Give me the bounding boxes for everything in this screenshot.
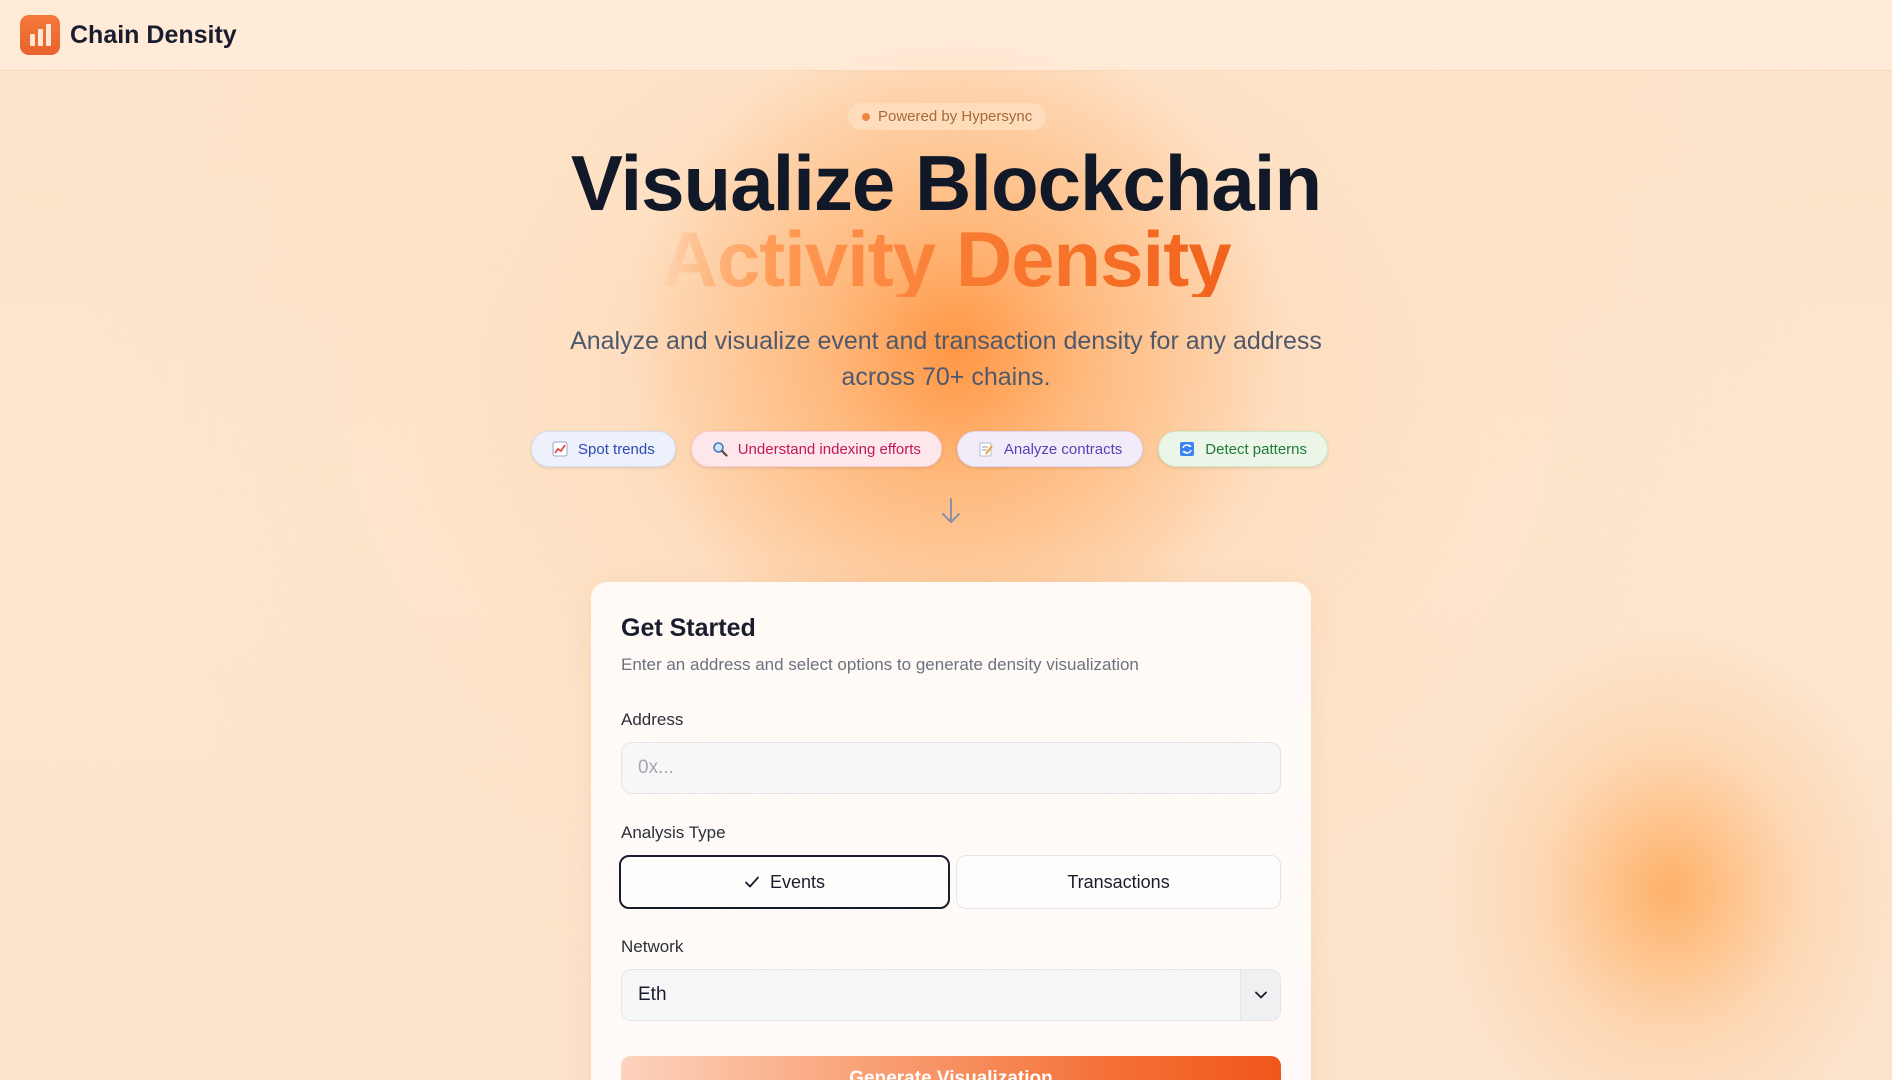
repeat-icon [1179,441,1195,457]
pill-detect-patterns: Detect patterns [1158,431,1328,467]
analysis-type-label: Analysis Type [621,823,726,842]
address-input[interactable] [621,742,1281,794]
hero-title: Visualize Blockchain Activity Density [0,139,1892,303]
hero-title-line2: Activity Density [661,215,1231,303]
badge-label: Powered by Hypersync [878,108,1033,125]
analysis-transactions-option[interactable]: Transactions [956,855,1281,909]
network-select[interactable]: Eth [621,969,1281,1021]
check-icon [745,876,759,888]
pill-label: Spot trends [578,440,655,458]
card-description: Enter an address and select options to g… [621,655,1139,674]
pill-label: Understand indexing efforts [737,440,921,458]
feature-pills: Spot trends Understand indexing efforts … [531,431,1328,467]
arrow-down-icon[interactable] [939,496,963,526]
events-label: Events [769,871,826,892]
chevron-down-icon[interactable] [1240,970,1280,1020]
magnifier-icon [712,441,728,457]
bar-chart-icon[interactable] [20,15,60,55]
memo-icon [978,441,994,457]
brand-name[interactable]: Chain Density [70,21,237,50]
pill-label: Analyze contracts [1003,440,1123,458]
powered-by-badge: Powered by Hypersync [848,103,1047,130]
network-select-value: Eth [638,984,667,1005]
pill-analyze-contracts: Analyze contracts [956,431,1144,467]
transactions-label: Transactions [1067,871,1170,892]
chart-increasing-icon [552,441,568,457]
hero-subtitle: Analyze and visualize event and transact… [570,327,1322,391]
status-dot-icon [862,112,870,121]
analysis-events-option[interactable]: Events [619,855,950,909]
pill-label: Detect patterns [1205,440,1307,458]
pill-indexing-efforts: Understand indexing efforts [690,431,942,467]
hero-title-line1: Visualize Blockchain [570,139,1322,227]
card-title: Get Started [621,614,756,642]
address-label: Address [621,710,684,729]
generate-visualization-button[interactable]: Generate Visualization [621,1056,1281,1080]
network-label: Network [621,937,684,956]
pill-spot-trends: Spot trends [531,431,676,467]
get-started-card: Get Started Enter an address and select … [591,582,1311,1080]
top-navbar: Chain Density [0,0,1892,71]
